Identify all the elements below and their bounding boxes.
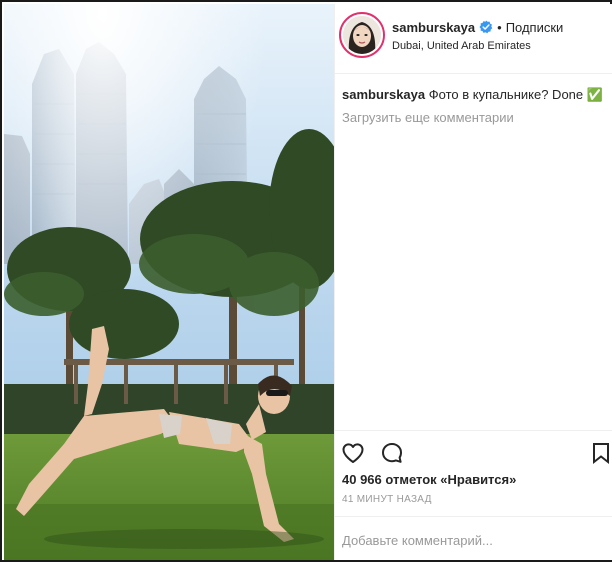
post-photo[interactable] — [4, 4, 334, 560]
caption-text: Фото в купальнике? Done ✅ — [428, 87, 603, 102]
location-link[interactable]: Dubai, United Arab Emirates — [392, 40, 531, 52]
post-details-panel: samburskaya • Подписки Dubai, United Ara… — [334, 4, 612, 560]
post-caption: samburskaya Фото в купальнике? Done ✅ — [342, 86, 608, 104]
user-row: samburskaya • Подписки — [392, 18, 563, 36]
following-button[interactable]: Подписки — [506, 20, 564, 35]
likes-count[interactable]: 40 966 отметок «Нравится» — [342, 472, 516, 487]
username-link[interactable]: samburskaya — [392, 20, 475, 35]
photo-image — [4, 4, 334, 560]
caption-username-link[interactable]: samburskaya — [342, 87, 425, 102]
post-header: samburskaya • Подписки Dubai, United Ara… — [335, 4, 612, 74]
post-timestamp: 41 МИНУТ НАЗАД — [342, 494, 432, 505]
comment-icon[interactable] — [380, 441, 404, 465]
action-bar — [335, 430, 612, 476]
avatar-image — [343, 16, 381, 54]
heart-icon[interactable] — [341, 441, 365, 465]
avatar[interactable] — [339, 12, 385, 58]
post-window: samburskaya • Подписки Dubai, United Ara… — [0, 0, 612, 562]
comment-input[interactable] — [342, 529, 602, 551]
bookmark-icon[interactable] — [589, 441, 612, 465]
comment-form — [335, 516, 612, 560]
header-separator: • — [497, 19, 502, 35]
verified-badge-icon — [479, 20, 493, 34]
load-more-comments-button[interactable]: Загрузить еще комментарии — [342, 110, 514, 125]
